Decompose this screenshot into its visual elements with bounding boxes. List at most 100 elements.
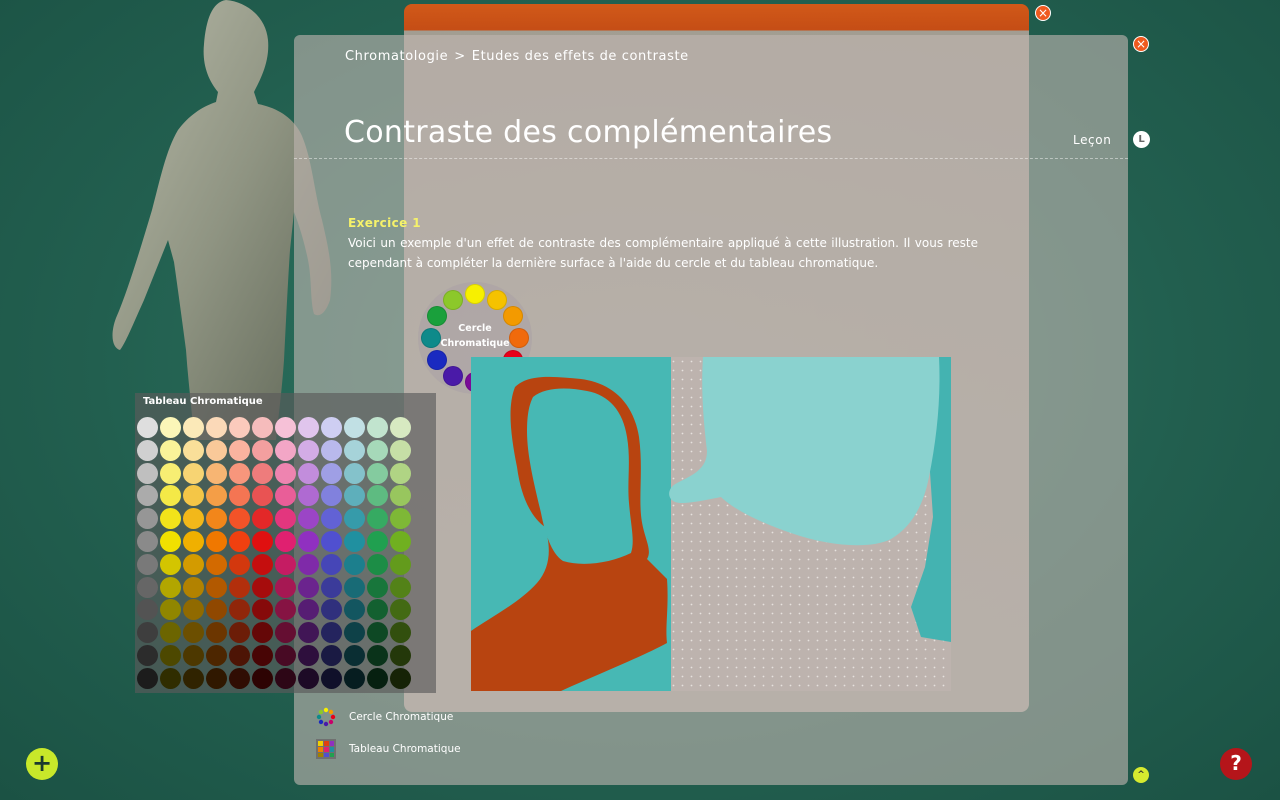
palette-swatch[interactable] bbox=[275, 645, 296, 666]
palette-swatch[interactable] bbox=[390, 576, 411, 598]
palette-swatch[interactable] bbox=[321, 645, 342, 666]
palette-swatch[interactable] bbox=[137, 439, 158, 461]
palette-swatch[interactable] bbox=[137, 599, 158, 621]
palette-swatch[interactable] bbox=[160, 599, 181, 621]
palette-swatch[interactable] bbox=[298, 508, 319, 530]
palette-swatch[interactable] bbox=[252, 531, 273, 552]
palette-swatch[interactable] bbox=[321, 417, 342, 438]
breadcrumb-root[interactable]: Chromatologie bbox=[345, 49, 448, 64]
palette-swatch[interactable] bbox=[183, 508, 204, 530]
palette-swatch[interactable] bbox=[321, 667, 342, 689]
palette-swatch[interactable] bbox=[390, 531, 411, 552]
palette-swatch[interactable] bbox=[275, 417, 296, 438]
palette-swatch[interactable] bbox=[229, 622, 250, 644]
palette-swatch[interactable] bbox=[367, 485, 388, 507]
palette-swatch[interactable] bbox=[137, 667, 158, 689]
palette-swatch[interactable] bbox=[229, 531, 250, 552]
palette-swatch[interactable] bbox=[137, 531, 158, 552]
palette-swatch[interactable] bbox=[367, 508, 388, 530]
palette-swatch[interactable] bbox=[298, 645, 319, 666]
palette-swatch[interactable] bbox=[344, 576, 365, 598]
palette-swatch[interactable] bbox=[183, 531, 204, 552]
palette-swatch[interactable] bbox=[252, 622, 273, 644]
palette-swatch[interactable] bbox=[367, 667, 388, 689]
palette-swatch[interactable] bbox=[321, 485, 342, 507]
palette-swatch[interactable] bbox=[367, 531, 388, 552]
palette-swatch[interactable] bbox=[160, 667, 181, 689]
palette-swatch[interactable] bbox=[344, 645, 365, 666]
palette-swatch[interactable] bbox=[275, 531, 296, 552]
palette-swatch[interactable] bbox=[275, 576, 296, 598]
color-wheel-swatch[interactable] bbox=[465, 284, 485, 304]
palette-swatch[interactable] bbox=[321, 576, 342, 598]
tool-color-wheel[interactable]: Cercle Chromatique bbox=[316, 706, 453, 728]
palette-swatch[interactable] bbox=[321, 462, 342, 484]
palette-swatch[interactable] bbox=[137, 622, 158, 644]
palette-swatch[interactable] bbox=[275, 485, 296, 507]
palette-swatch[interactable] bbox=[183, 622, 204, 644]
palette-swatch[interactable] bbox=[298, 599, 319, 621]
palette-swatch[interactable] bbox=[229, 667, 250, 689]
palette-swatch[interactable] bbox=[275, 553, 296, 575]
palette-swatch[interactable] bbox=[252, 508, 273, 530]
palette-swatch[interactable] bbox=[229, 485, 250, 507]
lecon-label[interactable]: Leçon bbox=[1073, 133, 1111, 147]
palette-swatch[interactable] bbox=[206, 462, 227, 484]
palette-swatch[interactable] bbox=[229, 439, 250, 461]
palette-swatch[interactable] bbox=[390, 462, 411, 484]
palette-swatch[interactable] bbox=[229, 508, 250, 530]
palette-swatch[interactable] bbox=[275, 622, 296, 644]
palette-swatch[interactable] bbox=[298, 531, 319, 552]
palette-swatch[interactable] bbox=[344, 667, 365, 689]
palette-swatch[interactable] bbox=[160, 553, 181, 575]
palette-swatch[interactable] bbox=[229, 553, 250, 575]
palette-swatch[interactable] bbox=[321, 531, 342, 552]
palette-swatch[interactable] bbox=[321, 439, 342, 461]
palette-swatch[interactable] bbox=[206, 485, 227, 507]
palette-swatch[interactable] bbox=[252, 485, 273, 507]
add-button[interactable]: + bbox=[26, 748, 58, 780]
palette-swatch[interactable] bbox=[344, 439, 365, 461]
palette-swatch[interactable] bbox=[275, 462, 296, 484]
palette-swatch[interactable] bbox=[160, 645, 181, 666]
palette-swatch[interactable] bbox=[160, 462, 181, 484]
color-wheel-swatch[interactable] bbox=[426, 350, 447, 370]
palette-swatch[interactable] bbox=[275, 439, 296, 461]
palette-swatch[interactable] bbox=[367, 599, 388, 621]
palette-swatch[interactable] bbox=[206, 599, 227, 621]
palette-swatch[interactable] bbox=[298, 439, 319, 461]
palette-swatch[interactable] bbox=[390, 553, 411, 575]
palette-swatch[interactable] bbox=[298, 462, 319, 484]
palette-swatch[interactable] bbox=[321, 553, 342, 575]
palette-swatch[interactable] bbox=[229, 462, 250, 484]
palette-swatch[interactable] bbox=[367, 439, 388, 461]
palette-swatch[interactable] bbox=[206, 576, 227, 598]
palette-swatch[interactable] bbox=[344, 417, 365, 438]
palette-swatch[interactable] bbox=[252, 667, 273, 689]
exercise-illustration[interactable] bbox=[471, 357, 951, 691]
palette-swatch[interactable] bbox=[229, 599, 250, 621]
palette-swatch[interactable] bbox=[390, 667, 411, 689]
palette-swatch[interactable] bbox=[137, 462, 158, 484]
palette-swatch[interactable] bbox=[137, 485, 158, 507]
palette-swatch[interactable] bbox=[206, 622, 227, 644]
palette-swatch[interactable] bbox=[137, 576, 158, 598]
palette-swatch[interactable] bbox=[183, 645, 204, 666]
palette-swatch[interactable] bbox=[183, 576, 204, 598]
help-button[interactable]: ? bbox=[1220, 748, 1252, 780]
palette-swatch[interactable] bbox=[298, 622, 319, 644]
palette-swatch[interactable] bbox=[275, 599, 296, 621]
palette-swatch[interactable] bbox=[160, 508, 181, 530]
palette-swatch[interactable] bbox=[367, 417, 388, 438]
palette-swatch[interactable] bbox=[252, 439, 273, 461]
palette-swatch[interactable] bbox=[206, 531, 227, 552]
palette-swatch[interactable] bbox=[183, 417, 204, 438]
palette-swatch[interactable] bbox=[344, 553, 365, 575]
palette-swatch[interactable] bbox=[367, 645, 388, 666]
palette-swatch[interactable] bbox=[321, 508, 342, 530]
palette-grid[interactable] bbox=[137, 417, 435, 692]
palette-swatch[interactable] bbox=[252, 599, 273, 621]
palette-swatch[interactable] bbox=[344, 508, 365, 530]
palette-swatch[interactable] bbox=[183, 667, 204, 689]
palette-swatch[interactable] bbox=[206, 508, 227, 530]
